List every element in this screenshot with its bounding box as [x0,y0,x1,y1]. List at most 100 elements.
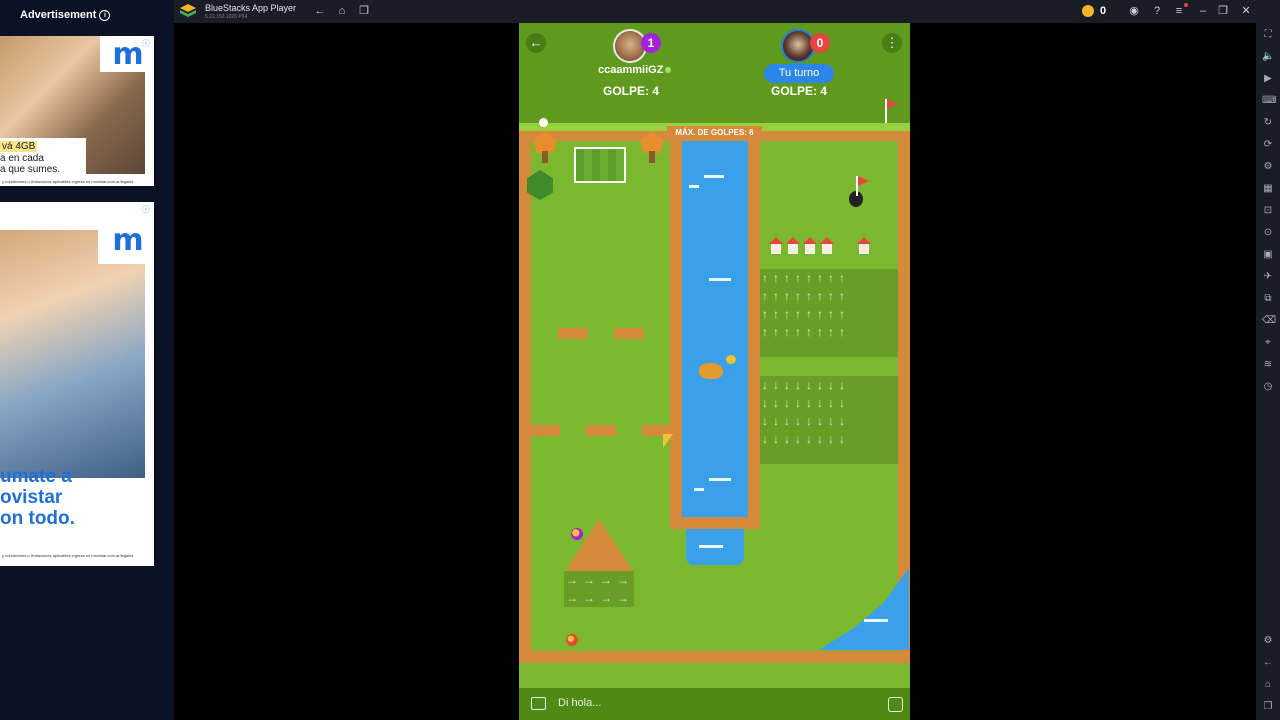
tree-decoration [640,131,664,165]
advertisement-header: Advertisement i [0,0,174,30]
advertisement-sidebar: Advertisement i m ⓘ vá 4GB a en cada a q… [0,0,174,720]
ad-close-icon[interactable]: ⓘ [142,204,150,215]
water-wave [704,175,724,178]
info-icon[interactable]: i [99,9,111,21]
max-strokes-label: MÁX. DE GOLPES: 6 [667,126,762,139]
player1-name: ccaammiiGZ [598,64,664,76]
copy-icon[interactable]: ⧉ [1262,293,1274,305]
course-wall-bottom [519,651,910,663]
opponent-golf-ball [571,528,583,540]
emulator-version: 5.22.150.1026 P64 [205,14,248,20]
duck-obstacle [699,363,723,379]
aim-cursor-icon [663,434,673,448]
chat-input[interactable]: Di hola... [558,697,601,709]
sticker-icon[interactable] [888,697,903,712]
ad1-headline: vá 4GB [0,141,38,152]
back-arrow-icon[interactable]: ← [526,33,546,53]
ad-banner-1[interactable]: m ⓘ vá 4GB a en cada a que sumes. y cond… [0,36,154,186]
movistar-logo-icon: m [112,223,144,258]
water-wave [689,185,699,188]
ad2-headline-line-1: umate a [0,466,72,487]
house-decoration [857,237,871,255]
performance-icon[interactable]: ▦ [1262,183,1274,195]
course-bottom-grass [519,663,910,688]
ad1-text-line-2: a en cada [0,153,44,164]
coin-count: 0 [1100,5,1107,17]
boost-pad-right: →→→→ →→→→ [564,571,634,607]
chat-bar[interactable]: Di hola... [519,688,910,720]
wood-block [530,425,560,436]
record-icon[interactable]: ⊙ [1262,227,1274,239]
rotate-icon[interactable]: ⟳ [1262,139,1274,151]
restore-icon[interactable]: ❐ [1217,5,1229,17]
player-golf-ball[interactable] [566,634,578,646]
gamepad-icon[interactable]: ⚙ [1262,161,1274,173]
screenshot-icon[interactable]: ⊡ [1262,205,1274,217]
chat-bubble-icon[interactable] [531,697,546,710]
advertisement-label: Advertisement [20,9,97,21]
airplane-icon[interactable]: ✈ [1262,271,1274,283]
ad2-headline-line-2: ovistar [0,487,63,508]
minigolf-game: ← ⋮ 1 ccaammiiGZ GOLPE: 4 0 Tu turno GOL… [519,23,910,720]
ad2-headline-line-3: on todo. [0,508,75,529]
home-icon[interactable]: ⌂ [1262,679,1274,691]
minimize-icon[interactable]: – [1197,5,1209,17]
ad-photo-phone-woman [0,230,145,478]
settings-icon[interactable]: ⚙ [1262,635,1274,647]
emulator-title-bar: BlueStacks App Player 5.22.150.1026 P64 … [174,0,1280,23]
volume-icon[interactable]: 🔈 [1262,51,1274,63]
goal-flag-icon [887,99,898,109]
house-decoration [803,237,817,255]
back-icon[interactable]: ← [1262,657,1274,669]
fullscreen-icon[interactable]: ⛶ [1262,29,1274,41]
keyboard-icon[interactable]: ⌨ [1262,95,1276,107]
back-arrow-icon[interactable]: ← [314,5,326,17]
layers-icon[interactable]: ≋ [1262,359,1274,371]
notification-dot [1184,3,1188,7]
emulator-side-toolbar: ⛶ 🔈 ▶ ⌨ ↻ ⟳ ⚙ ▦ ⊡ ⊙ ▣ ✈ ⧉ ⌫ ⌖ ≋ ◷ ⚙ ← ⌂ … [1256,23,1280,720]
ramp-obstacle [564,519,634,573]
online-status-dot [665,67,671,73]
eco-mode-icon[interactable]: ◷ [1262,381,1274,393]
player1-strokes: GOLPE: 4 [603,84,660,98]
house-decoration [786,237,800,255]
player1-badge: 1 [641,33,661,53]
ad-banner-2[interactable]: m ⓘ umate a ovistar on todo. y condicion… [0,202,154,566]
gallery-icon[interactable]: ▣ [1262,249,1274,261]
ad1-fine-print: y condiciones o limitaciones aplicables … [2,179,134,184]
recent-apps-icon[interactable]: ❐ [1262,701,1274,713]
game-header [519,23,910,125]
duckling-obstacle [726,355,736,364]
course-wall-left [519,131,531,661]
menu-icon[interactable]: ≡ [1173,5,1185,17]
help-icon[interactable]: ? [1151,5,1163,17]
account-icon[interactable]: ◉ [1128,5,1140,17]
close-icon[interactable]: ✕ [1240,5,1252,17]
house-decoration [769,237,783,255]
water-wave [709,278,731,281]
more-options-icon[interactable]: ⋮ [882,33,902,53]
location-icon[interactable]: ⌖ [1262,337,1274,349]
hole-flag-icon [858,176,869,186]
ad-close-icon[interactable]: ⓘ [142,38,150,49]
home-icon[interactable]: ⌂ [336,5,348,17]
checkered-pad [574,147,626,183]
media-icon[interactable]: ▶ [1262,73,1274,85]
start-ball-marker [539,118,548,127]
movistar-logo-icon: m [112,37,144,72]
water-wave [864,619,888,622]
eraser-icon[interactable]: ⌫ [1262,315,1276,327]
house-decoration [820,237,834,255]
player2-strokes: GOLPE: 4 [771,84,828,98]
boost-pad-up: ↑↑↑↑↑↑↑↑ ↑↑↑↑↑↑↑↑ ↑↑↑↑↑↑↑↑ ↑↑↑↑↑↑↑↑ [760,269,898,357]
macro-icon[interactable]: ↻ [1262,117,1274,129]
your-turn-indicator: Tu turno [764,64,834,83]
water-wave [699,545,723,548]
water-wave [709,478,731,481]
wood-block [558,328,588,339]
coin-icon[interactable] [1082,5,1094,17]
player2-badge: 0 [810,33,830,53]
bluestacks-logo-icon [180,4,196,17]
wood-block [614,328,644,339]
multi-window-icon[interactable]: ❐ [358,5,370,17]
